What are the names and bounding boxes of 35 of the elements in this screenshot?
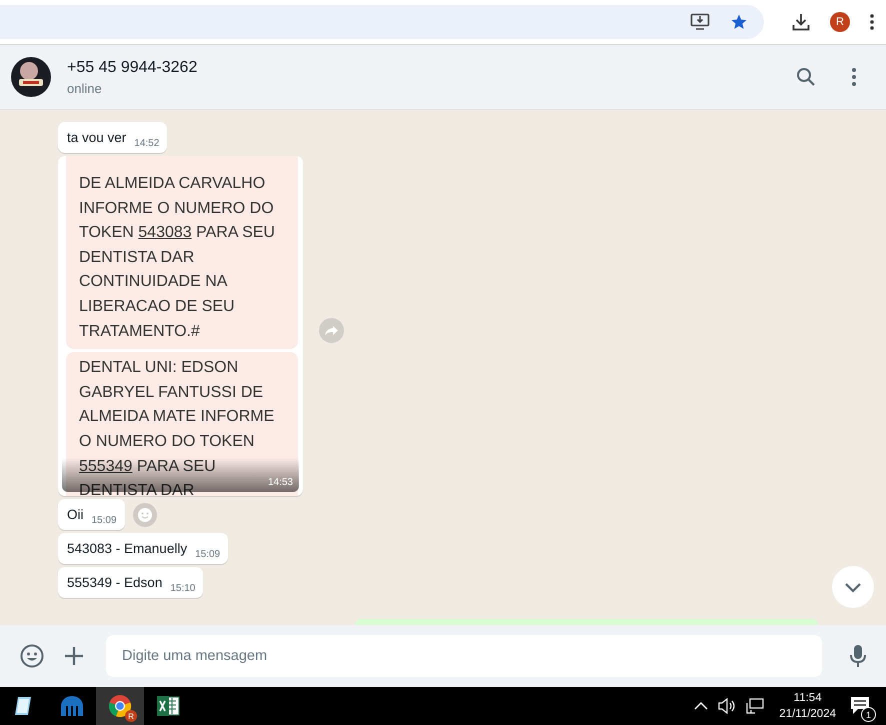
app-icon bbox=[60, 695, 84, 717]
contact-name: +55 45 9944-3262 bbox=[67, 58, 198, 76]
contact-avatar[interactable] bbox=[11, 57, 51, 97]
chrome-icon bbox=[108, 694, 132, 718]
install-app-icon[interactable] bbox=[690, 13, 710, 31]
message-time: 14:52 bbox=[134, 138, 160, 149]
message-time: 15:09 bbox=[195, 549, 220, 560]
message-text: ta vou ver bbox=[67, 129, 126, 147]
more-options-icon[interactable] bbox=[870, 14, 874, 30]
network-icon[interactable] bbox=[746, 698, 764, 714]
search-icon[interactable] bbox=[796, 67, 816, 87]
emoji-icon[interactable] bbox=[20, 644, 44, 668]
taskbar-app[interactable]: R bbox=[96, 687, 144, 725]
speaker-icon[interactable] bbox=[718, 698, 736, 714]
sms-text: DE ALMEIDA CARVALHO INFORME O NUMERO DO TOKEN 543083 PARA SEU DENTISTA DAR CONTINUIDADE NA LIBERACAO DE SEU TRATAMENTO.# bbox=[66, 156, 298, 350]
contact-status: online bbox=[67, 80, 103, 96]
message-input[interactable]: Digite uma mensagem bbox=[106, 635, 822, 677]
message-time: 15:10 bbox=[170, 583, 196, 594]
plus-icon[interactable] bbox=[64, 646, 84, 666]
taskbar-clock[interactable]: 11:54 21/11/2024 bbox=[779, 690, 836, 722]
message-text: 543083 - Emanuelly bbox=[67, 540, 188, 558]
menu-icon[interactable] bbox=[852, 68, 856, 86]
profile-badge: R bbox=[125, 710, 137, 722]
chevron-up-icon[interactable] bbox=[694, 701, 708, 711]
message-text: Oii bbox=[67, 506, 84, 524]
notification-count: 1 bbox=[861, 707, 876, 722]
message-time: 14:53 bbox=[268, 477, 293, 488]
message-text: 555349 - Edson bbox=[67, 574, 162, 592]
profile-avatar[interactable]: R bbox=[830, 12, 850, 32]
microphone-icon[interactable] bbox=[850, 644, 866, 668]
bookmark-star-icon[interactable] bbox=[730, 13, 748, 31]
image-message[interactable] bbox=[58, 156, 303, 496]
download-icon[interactable] bbox=[792, 13, 810, 31]
message-time: 15:09 bbox=[92, 515, 117, 526]
excel-icon bbox=[156, 695, 180, 717]
